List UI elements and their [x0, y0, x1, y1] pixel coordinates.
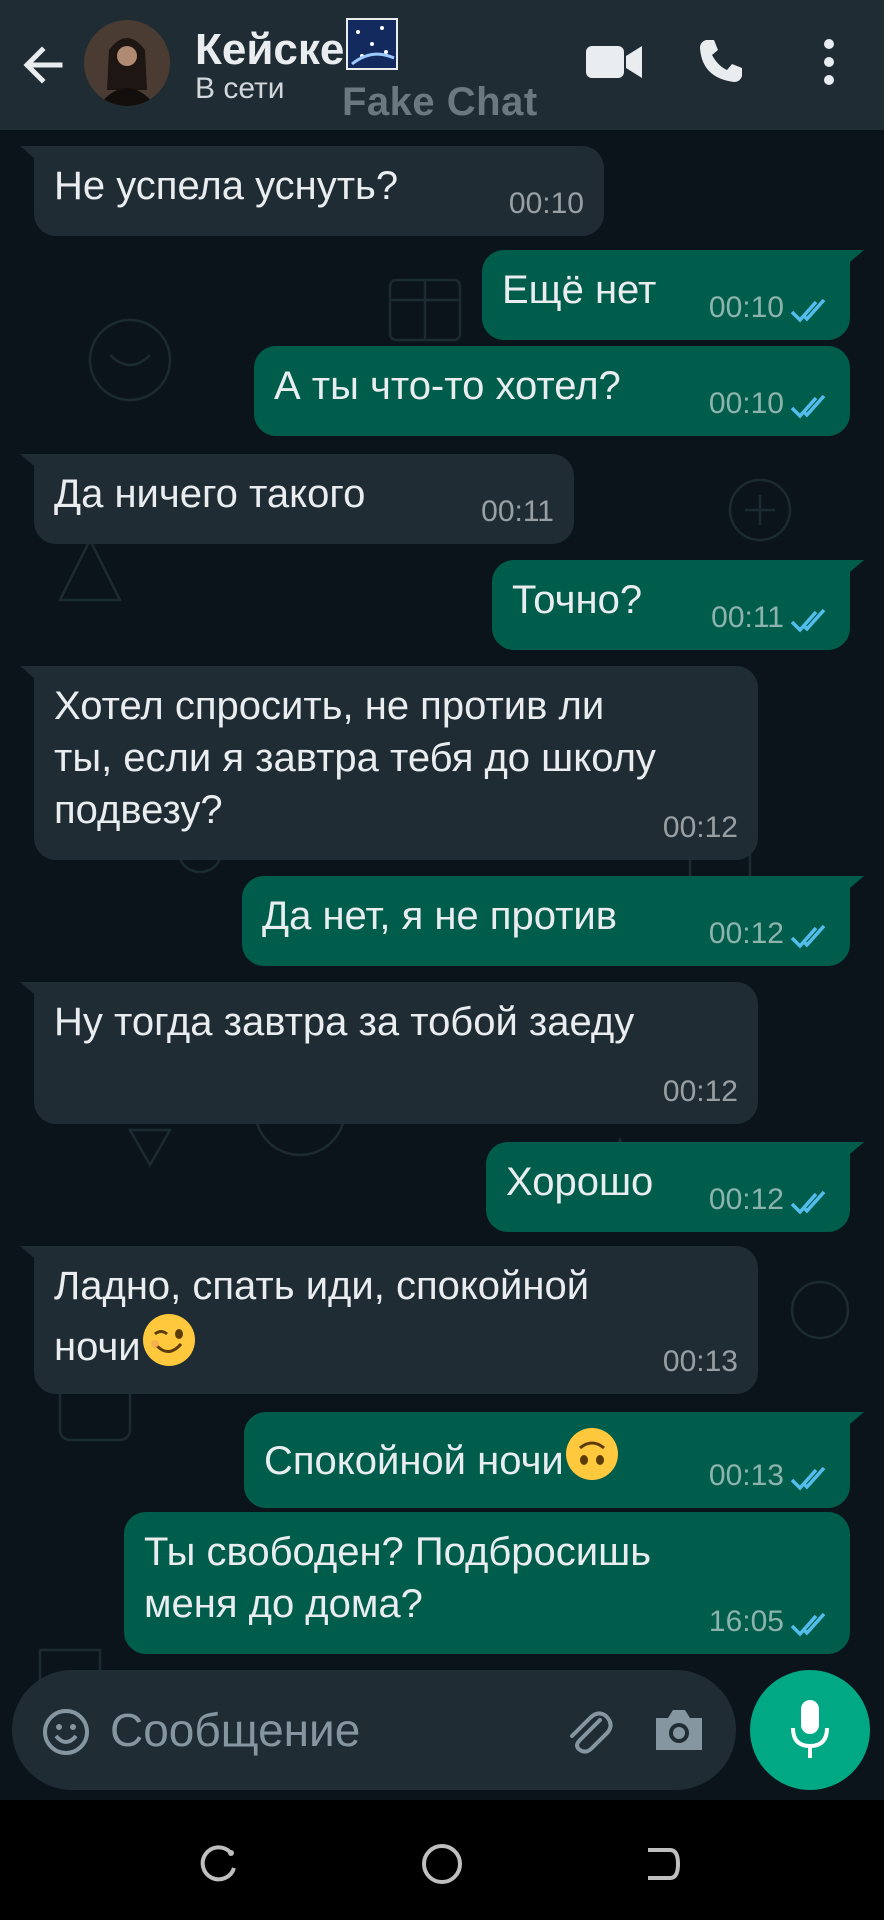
message-line: Ну тогда завтра за тобой заеду [54, 1000, 635, 1044]
online-status: В сети [195, 72, 285, 105]
upside-down-face-emoji-icon [565, 1428, 618, 1480]
bubble-tail [836, 250, 864, 274]
double-check-icon [790, 924, 826, 949]
message-time: 00:13 [662, 1345, 738, 1378]
message-text: Да нет, я не против [262, 890, 617, 942]
message-time: 00:10 [708, 387, 784, 420]
video-call-icon[interactable] [584, 42, 644, 82]
outgoing-message[interactable]: Да нет, я не против 00:12 [242, 876, 864, 966]
message-time: 00:11 [711, 601, 784, 634]
message-time: 00:11 [481, 495, 554, 528]
double-check-icon [790, 1466, 826, 1491]
message-time: 00:13 [708, 1459, 784, 1492]
bubble-tail [20, 666, 48, 690]
outgoing-message[interactable]: Ещё нет 00:10 [482, 250, 864, 340]
message-time: 00:10 [508, 187, 584, 220]
message-text: Ты свободен? Подбросишь меня до дома? [144, 1526, 651, 1630]
outgoing-message[interactable]: Точно? 00:11 [492, 560, 864, 650]
message-line: Да нет, я не против [262, 894, 617, 938]
system-navbar [0, 1800, 884, 1920]
camera-icon[interactable] [652, 1706, 706, 1754]
message-line: Хотел спросить, не против ли [54, 684, 605, 728]
message-line: Точно? [512, 578, 643, 622]
double-check-icon [790, 608, 826, 633]
message-line: А ты что-то хотел? [274, 364, 621, 408]
message-text: Ещё нет [502, 264, 656, 316]
back-nav-icon[interactable] [642, 1844, 682, 1884]
incoming-message[interactable]: Да ничего такого 00:11 [20, 454, 574, 544]
message-text: Ну тогда завтра за тобой заеду [54, 996, 634, 1048]
incoming-message[interactable]: Не успела уснуть? 00:10 [20, 146, 604, 236]
message-line: ты, если я завтра тебя до школу [54, 736, 656, 780]
message-line: Не успела уснуть? [54, 164, 399, 208]
message-time: 00:12 [662, 811, 738, 844]
emoji-icon[interactable] [42, 1708, 90, 1756]
bubble-tail [20, 454, 48, 478]
message-text: Хотел спросить, не против ли ты, если я з… [54, 680, 656, 836]
bubble-tail [836, 1412, 864, 1436]
incoming-message[interactable]: Ладно, спать иди, спокойной ночи 00:13 [20, 1246, 758, 1394]
double-check-icon [790, 1612, 826, 1637]
message-text: Да ничего такого [54, 468, 365, 520]
message-line: Хорошо [506, 1160, 654, 1204]
message-line: меня до дома? [144, 1582, 423, 1626]
message-time: 00:12 [708, 917, 784, 950]
message-line: ночи [54, 1325, 141, 1369]
message-time: 00:12 [708, 1183, 784, 1216]
double-check-icon [790, 394, 826, 419]
bubble-tail [836, 876, 864, 900]
outgoing-message[interactable]: А ты что-то хотел? 00:10 [254, 346, 850, 436]
recent-apps-icon[interactable] [200, 1844, 240, 1884]
avatar[interactable] [84, 20, 170, 106]
double-check-icon [790, 298, 826, 323]
winking-face-emoji-icon [142, 1314, 195, 1366]
phone-icon[interactable] [696, 36, 746, 86]
message-time: 00:12 [662, 1075, 738, 1108]
message-text: А ты что-то хотел? [274, 360, 621, 412]
message-text: Хорошо [506, 1156, 653, 1208]
message-time: 16:05 [708, 1605, 784, 1638]
message-line: Ты свободен? Подбросишь [144, 1530, 652, 1574]
paperclip-icon[interactable] [560, 1704, 616, 1760]
bubble-tail [20, 146, 48, 170]
bubble-tail [20, 982, 48, 1006]
message-line: Да ничего такого [54, 472, 366, 516]
incoming-message[interactable]: Ну тогда завтра за тобой заеду 00:12 [20, 982, 758, 1124]
microphone-icon [791, 1700, 829, 1758]
message-line: Ладно, спать иди, спокойной [54, 1264, 590, 1308]
message-text: Ладно, спать иди, спокойной ночи [54, 1260, 589, 1373]
bubble-tail [836, 560, 864, 584]
outgoing-message[interactable]: Спокойной ночи 00:13 [244, 1412, 864, 1508]
double-check-icon [790, 1190, 826, 1215]
outgoing-message[interactable]: Ты свободен? Подбросишь меня до дома? 16:0… [124, 1512, 850, 1654]
message-time: 00:10 [708, 291, 784, 324]
bubble-tail [836, 1142, 864, 1166]
outgoing-message[interactable]: Хорошо 00:12 [486, 1142, 864, 1232]
contact-name[interactable]: Кейске [195, 18, 399, 75]
home-icon[interactable] [420, 1842, 464, 1886]
bubble-tail [20, 1246, 48, 1270]
message-input[interactable] [108, 1696, 532, 1764]
message-line: Ещё нет [502, 268, 657, 312]
watermark: Fake Chat [342, 80, 538, 124]
arrow-left-icon[interactable] [18, 40, 68, 90]
message-line: подвезу? [54, 788, 223, 832]
chat-header: Кейске В сети Fake Chat [0, 0, 884, 130]
mic-button[interactable] [750, 1670, 870, 1790]
incoming-message[interactable]: Хотел спросить, не против ли ты, если я з… [20, 666, 758, 860]
message-list[interactable]: Не успела уснуть? 00:10 Ещё нет 00:10 А ты ч… [0, 130, 884, 1800]
message-composer [12, 1670, 736, 1790]
contact-name-text: Кейске [195, 25, 345, 74]
message-line: Спокойной ночи [264, 1439, 564, 1483]
message-text: Не успела уснуть? [54, 160, 398, 212]
more-vert-icon[interactable] [814, 38, 844, 88]
message-text: Точно? [512, 574, 642, 626]
night-sky-emoji-icon [346, 18, 399, 70]
message-text: Спокойной ночи [264, 1426, 620, 1487]
